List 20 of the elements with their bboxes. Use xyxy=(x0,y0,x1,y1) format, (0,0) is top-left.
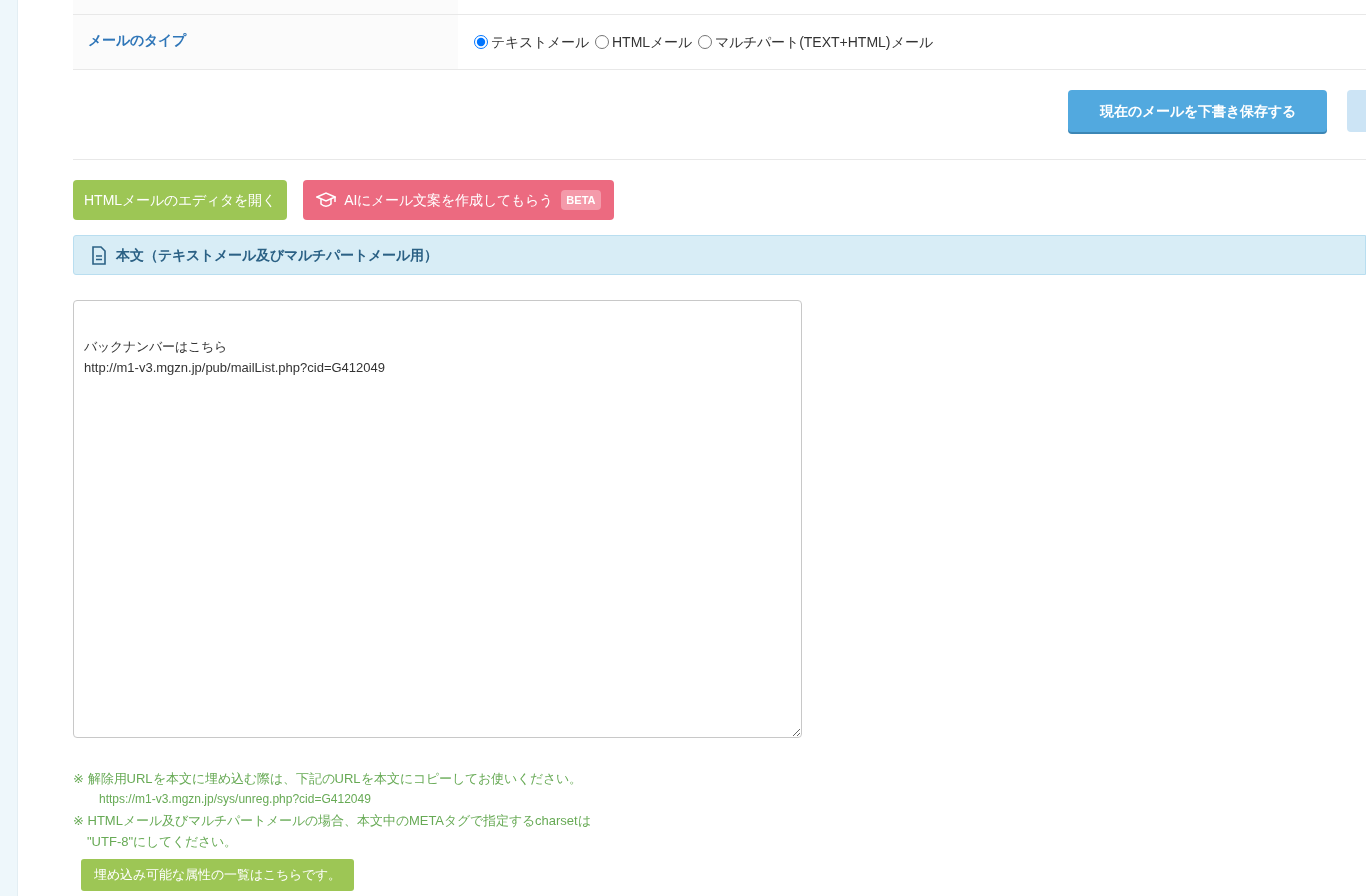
note-text: "UTF-8"にしてください。 xyxy=(86,833,239,851)
section-title: 本文（テキストメール及びマルチパートメール用） xyxy=(116,245,438,265)
graduation-cap-icon xyxy=(316,191,337,209)
beta-badge: BETA xyxy=(561,189,601,211)
save-draft-button[interactable]: 現在のメールを下書き保存する xyxy=(1068,90,1327,132)
html-editor-button[interactable]: HTMLメールのエディタを開く xyxy=(73,180,288,220)
radio-button[interactable] xyxy=(595,35,609,49)
field-label: メールのタイプ xyxy=(73,15,458,69)
note-text: ※ 解除用URLを本文に埋め込む際は、下記のURLを本文にコピーしてお使いください。 xyxy=(73,770,583,788)
unsubscribe-url: https://m1-v3.mgzn.jp/sys/unreg.php?cid=G412049 xyxy=(98,791,372,808)
radio-label: マルチパート(TEXT+HTML)メール xyxy=(715,32,933,52)
radio-label: HTMLメール xyxy=(612,32,693,52)
radio-label: テキストメール xyxy=(491,32,589,52)
body-text-area[interactable]: バックナンバーはこちら http://m1-v3.mgzn.jp/pub/mailList.php?cid=G412049 xyxy=(73,300,802,738)
attributes-list-button[interactable]: 埋め込み可能な属性の一覧はこちらです。 xyxy=(81,859,354,891)
radio-button[interactable] xyxy=(698,35,713,49)
note-text: ※ HTMLメール及びマルチパートメールの場合、本文中のMETAタグで指定するcharsetは xyxy=(73,812,592,830)
radio-button[interactable] xyxy=(474,35,488,49)
ai-compose-button[interactable]: AIにメール文案を作成してもらう BETA xyxy=(303,180,614,220)
document-icon xyxy=(92,245,106,265)
